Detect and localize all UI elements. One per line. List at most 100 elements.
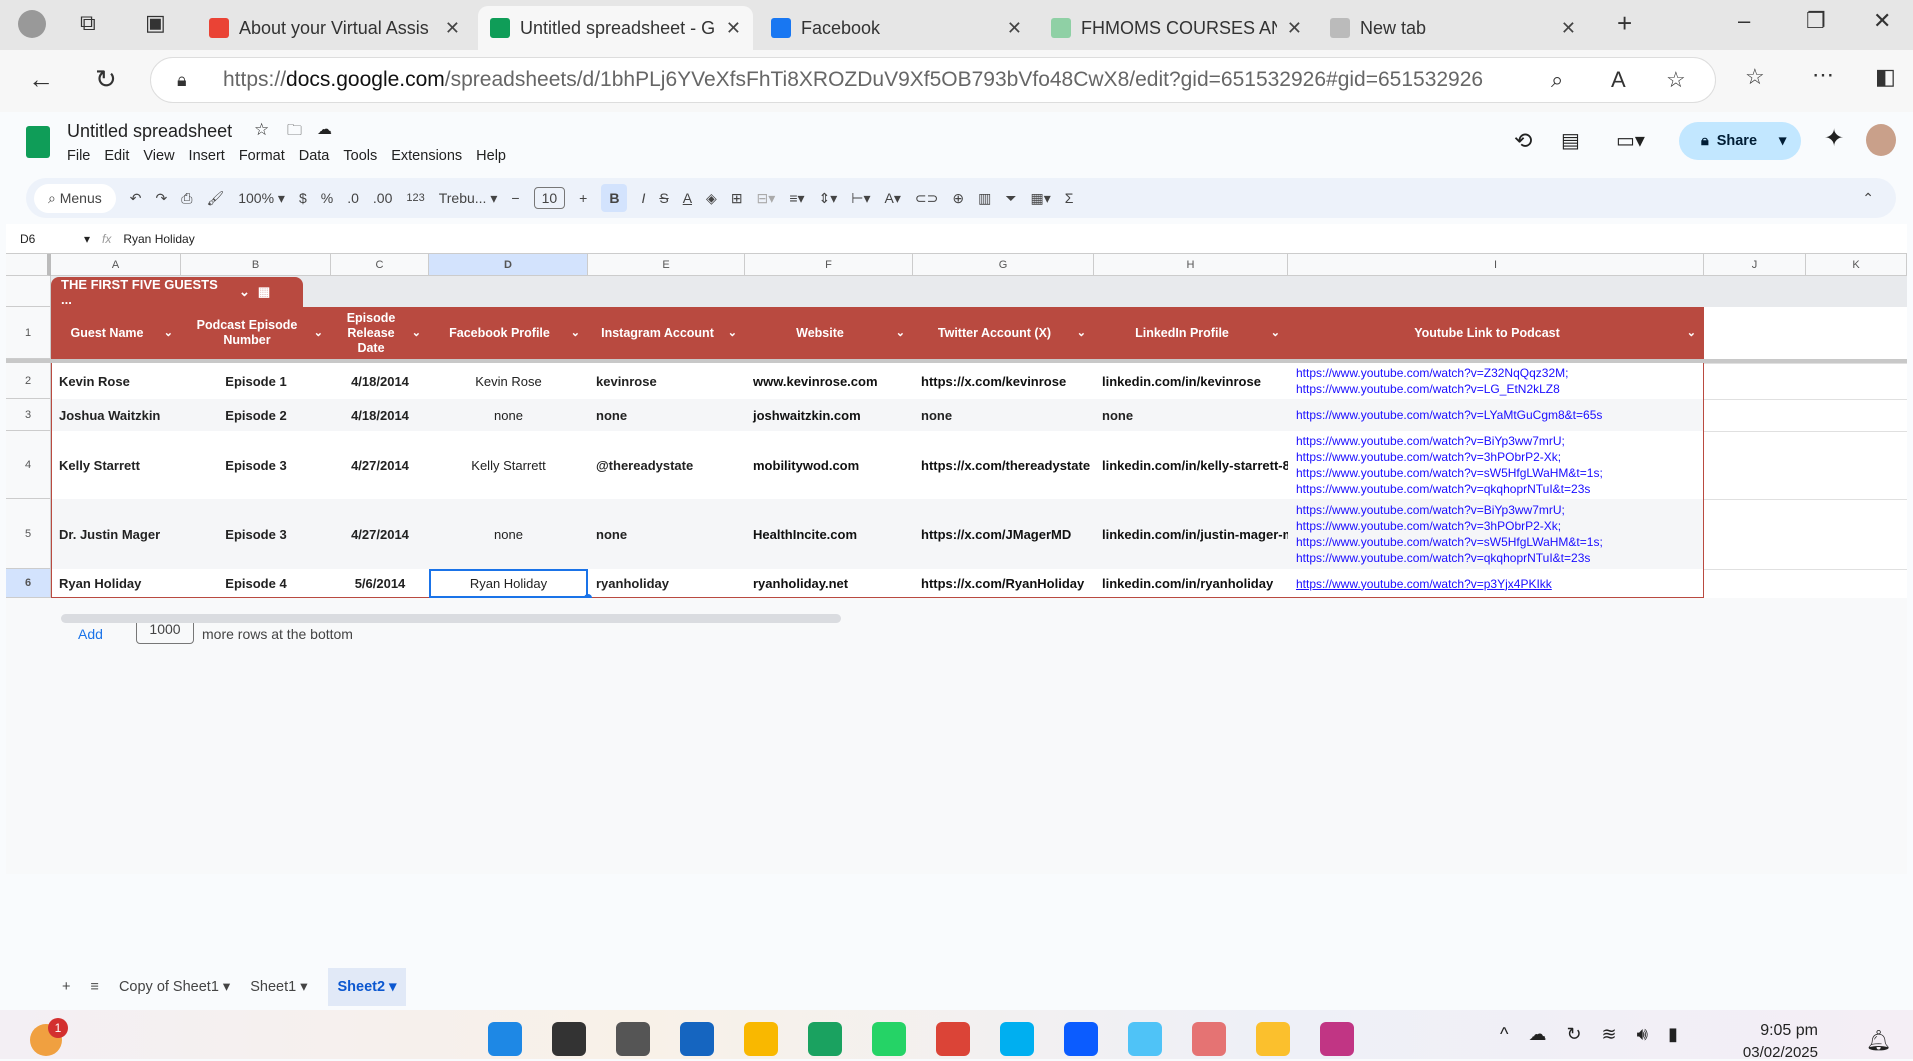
column-header[interactable]: E bbox=[588, 254, 745, 276]
table-cell[interactable]: none bbox=[913, 399, 1094, 431]
increase-font-size-icon[interactable]: + bbox=[579, 190, 587, 206]
name-box[interactable]: D6 ▾ bbox=[20, 232, 90, 246]
youtube-links-cell[interactable]: https://www.youtube.com/watch?v=p3Yjx4PK… bbox=[1288, 569, 1704, 598]
youtube-link[interactable]: https://www.youtube.com/watch?v=3hPObrP2… bbox=[1296, 518, 1561, 534]
table-cell[interactable]: ryanholiday.net bbox=[745, 569, 913, 598]
filter-chevron-icon[interactable]: ⌄ bbox=[896, 326, 905, 341]
align-icon[interactable]: ≡▾ bbox=[789, 190, 804, 207]
filter-icon[interactable]: ⏷ bbox=[1005, 190, 1016, 207]
table-cell[interactable]: Joshua Waitzkin bbox=[51, 399, 181, 431]
column-header[interactable]: H bbox=[1094, 254, 1288, 276]
youtube-link[interactable]: https://www.youtube.com/watch?v=sW5HfgLW… bbox=[1296, 465, 1603, 481]
table-cell[interactable]: Episode 3 bbox=[181, 499, 331, 569]
row-header[interactable]: 1 bbox=[6, 307, 51, 359]
font-select[interactable]: Trebu... ▾ bbox=[439, 190, 498, 207]
close-tab-icon[interactable]: ✕ bbox=[726, 18, 741, 39]
merge-cells-icon[interactable]: ⊟▾ bbox=[757, 190, 776, 207]
filter-chevron-icon[interactable]: ⌄ bbox=[1687, 326, 1696, 341]
browser-tab[interactable]: Facebook ✕ bbox=[759, 6, 1034, 50]
back-icon[interactable]: ← bbox=[28, 64, 54, 95]
column-header[interactable]: G bbox=[913, 254, 1094, 276]
table-cell[interactable]: Ryan Holiday bbox=[51, 569, 181, 598]
filter-chevron-icon[interactable]: ⌄ bbox=[314, 326, 323, 341]
youtube-link[interactable]: https://www.youtube.com/watch?v=qkqhoprN… bbox=[1296, 550, 1590, 566]
collections-icon[interactable]: ⧉ bbox=[80, 10, 96, 36]
notification-bell-icon[interactable]: 🔔︎ bbox=[1866, 1028, 1891, 1053]
move-folder-icon[interactable]: 🗀 bbox=[287, 120, 302, 145]
comment-icon[interactable]: ⊕ bbox=[952, 190, 964, 207]
more-formats-button[interactable]: 123 bbox=[406, 192, 424, 204]
header-cell[interactable]: Guest Name ⌄ bbox=[51, 307, 181, 359]
comments-icon[interactable]: ▤ bbox=[1561, 128, 1580, 153]
row-header[interactable] bbox=[6, 276, 51, 307]
table-calculator-icon[interactable]: ▦ bbox=[258, 284, 270, 300]
close-tab-icon[interactable]: ✕ bbox=[1007, 18, 1022, 39]
zoom-select[interactable]: 100% ▾ bbox=[238, 190, 285, 207]
table-cell[interactable]: kevinrose bbox=[588, 363, 745, 399]
row-header[interactable]: 2 bbox=[6, 363, 51, 399]
table-cell[interactable]: https://x.com/thereadystate bbox=[913, 431, 1094, 499]
table-cell[interactable]: ryanholiday bbox=[588, 569, 745, 598]
sidebar-icon[interactable]: ◧ bbox=[1875, 64, 1896, 90]
youtube-link[interactable]: https://www.youtube.com/watch?v=BiYp3ww7… bbox=[1296, 433, 1565, 449]
whatsapp-icon[interactable] bbox=[872, 1022, 906, 1056]
star-icon[interactable]: ☆ bbox=[254, 120, 269, 140]
filter-chevron-icon[interactable]: ⌄ bbox=[1077, 326, 1086, 341]
youtube-link[interactable]: https://www.youtube.com/watch?v=sW5HfgLW… bbox=[1296, 534, 1603, 550]
youtube-link[interactable]: https://www.youtube.com/watch?v=Z32NqQqz… bbox=[1296, 365, 1568, 381]
close-tab-icon[interactable]: ✕ bbox=[445, 18, 460, 39]
menu-format[interactable]: Format bbox=[239, 148, 285, 164]
functions-icon[interactable]: Σ bbox=[1065, 190, 1074, 206]
formula-input[interactable]: Ryan Holiday bbox=[123, 232, 194, 246]
chart-icon[interactable]: ▥ bbox=[978, 190, 991, 207]
new-tab-button[interactable]: + bbox=[1617, 8, 1632, 39]
table-cell[interactable]: @thereadystate bbox=[588, 431, 745, 499]
text-color-icon[interactable]: A bbox=[683, 190, 692, 206]
filter-chevron-icon[interactable]: ⌄ bbox=[728, 326, 737, 341]
table-cell[interactable]: none bbox=[1094, 399, 1288, 431]
bold-icon[interactable]: B bbox=[601, 184, 628, 212]
row-header[interactable]: 6 bbox=[6, 569, 51, 598]
filter-chevron-icon[interactable]: ⌄ bbox=[412, 326, 421, 341]
start-icon[interactable] bbox=[488, 1022, 522, 1056]
restore-button[interactable]: ❐ bbox=[1806, 8, 1826, 34]
print-icon[interactable]: ⎙ bbox=[181, 190, 192, 207]
version-history-icon[interactable]: ⟲ bbox=[1514, 128, 1532, 154]
table-cell[interactable]: 4/27/2014 bbox=[331, 499, 429, 569]
url-input[interactable]: 🔒︎ https://docs.google.com/spreadsheets/… bbox=[150, 57, 1716, 103]
clock-date[interactable]: 03/02/2025 bbox=[1722, 1044, 1818, 1061]
minimize-button[interactable]: – bbox=[1738, 8, 1750, 34]
edge-icon[interactable] bbox=[808, 1022, 842, 1056]
add-sheet-icon[interactable]: + bbox=[62, 979, 70, 995]
table-cell[interactable]: https://x.com/RyanHoliday bbox=[913, 569, 1094, 598]
youtube-links-cell[interactable]: https://www.youtube.com/watch?v=Z32NqQqz… bbox=[1288, 363, 1704, 399]
menu-tools[interactable]: Tools bbox=[343, 148, 377, 164]
header-cell[interactable]: Episode Release Date ⌄ bbox=[331, 307, 429, 359]
sheet-tab[interactable]: Sheet1 ▾ bbox=[250, 968, 307, 1006]
column-header[interactable]: J bbox=[1704, 254, 1806, 276]
decrease-decimal-button[interactable]: .0 bbox=[347, 190, 359, 206]
store-icon[interactable] bbox=[680, 1022, 714, 1056]
zoom-icon[interactable] bbox=[1064, 1022, 1098, 1056]
currency-button[interactable]: $ bbox=[299, 190, 307, 206]
menu-edit[interactable]: Edit bbox=[104, 148, 129, 164]
add-rows-button[interactable]: Add bbox=[78, 626, 103, 642]
collapse-toolbar-icon[interactable]: ⌃ bbox=[1862, 190, 1874, 207]
column-header[interactable]: C bbox=[331, 254, 429, 276]
youtube-links-cell[interactable]: https://www.youtube.com/watch?v=BiYp3ww7… bbox=[1288, 431, 1704, 499]
tab-actions-icon[interactable]: ▣ bbox=[145, 10, 166, 36]
table-cell[interactable]: Episode 4 bbox=[181, 569, 331, 598]
column-header[interactable]: I bbox=[1288, 254, 1704, 276]
zoom-icon[interactable]: ⌕ bbox=[1551, 58, 1563, 102]
menu-view[interactable]: View bbox=[143, 148, 174, 164]
refresh-icon[interactable]: ↻ bbox=[95, 64, 117, 95]
decrease-font-size-icon[interactable]: − bbox=[511, 190, 519, 206]
search-icon[interactable] bbox=[552, 1022, 586, 1056]
table-cell[interactable]: https://x.com/kevinrose bbox=[913, 363, 1094, 399]
youtube-links-cell[interactable]: https://www.youtube.com/watch?v=LYaMtGuC… bbox=[1288, 399, 1704, 431]
table-cell[interactable]: Kevin Rose bbox=[429, 363, 588, 399]
table-cell[interactable]: Episode 1 bbox=[181, 363, 331, 399]
youtube-link[interactable]: https://www.youtube.com/watch?v=LYaMtGuC… bbox=[1296, 407, 1602, 423]
horizontal-scrollbar[interactable] bbox=[61, 614, 841, 623]
sheet-tab-dropdown-icon[interactable]: ▾ bbox=[296, 979, 307, 995]
